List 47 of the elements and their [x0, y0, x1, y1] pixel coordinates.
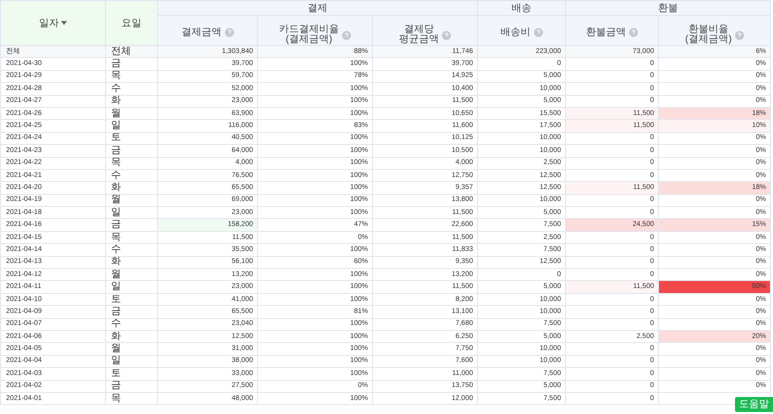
- table-cell: 금: [106, 218, 158, 232]
- column-header[interactable]: 일자: [0, 0, 106, 46]
- help-icon[interactable]: [342, 30, 351, 40]
- table-cell: 전체: [106, 46, 158, 58]
- column-header: 배송비: [500, 28, 530, 38]
- table-cell: 화: [106, 95, 158, 108]
- table-cell: 목: [106, 70, 158, 83]
- table-cell: 일: [106, 206, 158, 219]
- table-cell: 금: [106, 58, 158, 70]
- help-icon[interactable]: [224, 28, 234, 37]
- table-cell: 월: [106, 194, 158, 207]
- column-header: 환불비율 (결제금액): [685, 25, 732, 45]
- table-cell: 토: [106, 293, 158, 306]
- help-icon[interactable]: [734, 30, 744, 40]
- table-cell: 일: [106, 355, 158, 368]
- table-cell: 월: [106, 107, 158, 120]
- table-cell: 화: [106, 182, 158, 194]
- group-header: 결제: [158, 0, 478, 16]
- column-header: 결제금액: [182, 28, 222, 38]
- column-header: 요일: [106, 0, 158, 46]
- table-cell: 목: [106, 157, 158, 170]
- table-cell: 수: [106, 318, 158, 330]
- table-cell: 목: [106, 231, 158, 244]
- column-header: 결제당 평균금액: [399, 25, 439, 45]
- table-cell: 화: [106, 330, 158, 343]
- table-cell: 목: [106, 392, 158, 405]
- table-cell: 월: [106, 342, 158, 356]
- sort-caret-icon: [61, 21, 67, 25]
- table-cell: 금: [106, 144, 158, 158]
- help-icon[interactable]: [629, 28, 638, 37]
- help-icon[interactable]: [534, 28, 542, 37]
- table-cell: 금: [106, 380, 158, 392]
- table-cell: 월: [106, 268, 158, 281]
- table-cell: 수: [106, 169, 158, 182]
- table-cell: 일: [106, 120, 158, 132]
- table-cell: 일: [106, 280, 158, 294]
- table-cell: 토: [106, 132, 158, 145]
- table-cell: 토: [106, 368, 158, 380]
- table-cell: 금: [106, 306, 158, 318]
- help-icon[interactable]: [442, 30, 451, 40]
- group-header: 배송: [478, 0, 566, 16]
- column-header: 환불금액: [586, 28, 626, 38]
- table-cell: 화: [106, 256, 158, 269]
- group-header: 환불: [566, 0, 770, 16]
- table-cell: 수: [106, 82, 158, 96]
- table-cell: 수: [106, 244, 158, 256]
- column-header: 카드결제비율 (결제금액): [279, 25, 339, 45]
